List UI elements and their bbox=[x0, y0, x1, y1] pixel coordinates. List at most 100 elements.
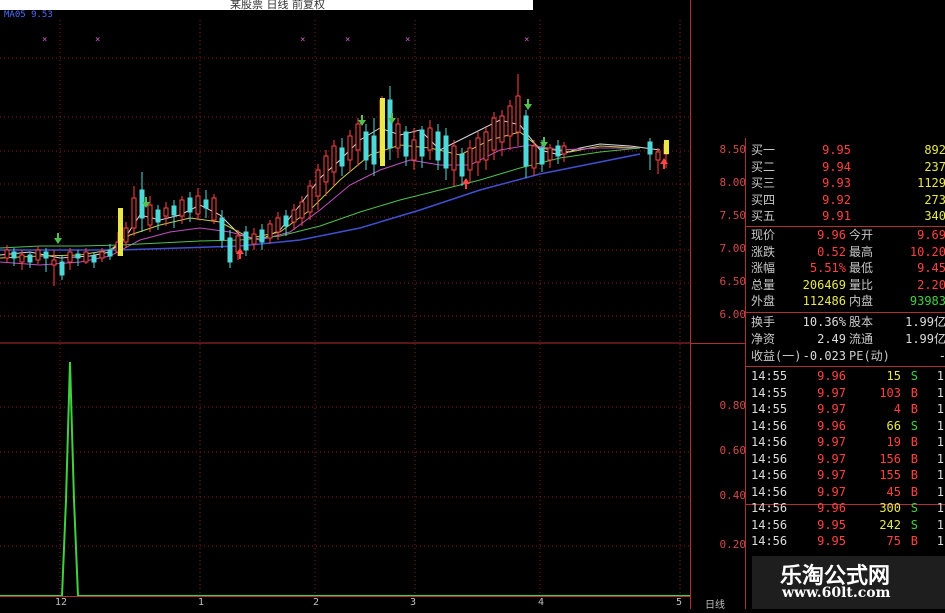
price-tick-label: 7.50 bbox=[719, 209, 747, 222]
tick-price: 9.95 bbox=[817, 534, 846, 548]
tick-side: B bbox=[910, 402, 918, 416]
svg-text:×: × bbox=[42, 35, 47, 45]
sell-arrow-icon bbox=[54, 233, 62, 244]
tick-price: 9.97 bbox=[817, 402, 846, 416]
candle-body bbox=[451, 145, 457, 171]
candlestick-chart[interactable]: × × × × × × bbox=[0, 0, 690, 609]
candle-body bbox=[147, 204, 153, 226]
candles bbox=[4, 74, 669, 286]
tick-row: 14:56 9.95 242 S 1 bbox=[746, 517, 945, 533]
fundamental-label-2: PE(动) bbox=[849, 349, 890, 363]
fundamental-label: 净资 bbox=[751, 332, 776, 346]
fundamental-row: 收益(一)-0.023PE(动)- bbox=[746, 348, 945, 364]
tick-row: 14:56 9.95 75 B 1 bbox=[746, 533, 945, 549]
date-axis: 12 1 2 3 4 5 bbox=[0, 596, 690, 610]
tick-extra: 1 bbox=[936, 385, 944, 400]
candle-body bbox=[403, 131, 409, 157]
quote-value-2: 10.20 bbox=[909, 244, 945, 259]
candle-body bbox=[555, 145, 561, 157]
kline-chart-area[interactable]: × × × × × × bbox=[0, 0, 690, 609]
signal-bar bbox=[664, 140, 669, 154]
tick-volume: 300 bbox=[879, 501, 901, 515]
quote-row: 现价 9.96 今开 9.69 bbox=[746, 227, 945, 243]
tick-extra: 1 bbox=[936, 369, 944, 383]
price-tick-label: 6.00 bbox=[719, 308, 747, 321]
tick-time: 14:56 bbox=[751, 451, 788, 466]
candle-body bbox=[107, 249, 113, 257]
candle-body bbox=[67, 251, 73, 263]
price-gridlines bbox=[0, 57, 690, 547]
tick-extra: 1 bbox=[936, 484, 944, 499]
axis-divider bbox=[691, 343, 746, 344]
date-tick: 5 bbox=[676, 597, 683, 608]
tick-price: 9.97 bbox=[817, 385, 846, 400]
candle-body bbox=[267, 223, 273, 239]
fundamental-value-2: 1.99亿 bbox=[905, 315, 945, 329]
candle-body bbox=[483, 131, 489, 161]
bid-row: 买四 9.92 273 bbox=[746, 192, 945, 208]
tick-time: 14:56 bbox=[751, 534, 788, 548]
bid-row: 买二 9.94 237 bbox=[746, 159, 945, 175]
quote-value: 112486 bbox=[802, 294, 846, 308]
quote-value: 206469 bbox=[802, 277, 846, 292]
ma-line-white bbox=[0, 119, 661, 259]
quote-label: 外盘 bbox=[751, 294, 776, 308]
candle-body bbox=[323, 155, 329, 183]
candle-body bbox=[211, 197, 217, 221]
svg-text:×: × bbox=[300, 35, 305, 45]
quote-value: 0.52 bbox=[817, 244, 846, 259]
quote-row: 外盘 112486 内盘 93983 bbox=[746, 293, 945, 309]
candle-body bbox=[419, 129, 425, 157]
date-tick: 12 bbox=[55, 597, 68, 608]
candle-body bbox=[243, 231, 249, 251]
indicator-tick-label: 0.60 bbox=[719, 444, 747, 457]
tick-volume: 4 bbox=[893, 402, 901, 416]
fundamental-value: 2.49 bbox=[817, 332, 846, 346]
tick-volume: 242 bbox=[879, 517, 901, 532]
tick-price: 9.96 bbox=[817, 501, 846, 515]
quote-row: 涨幅 5.51% 最低 9.45 bbox=[746, 260, 945, 276]
candle-body bbox=[275, 217, 281, 233]
candle-body bbox=[195, 195, 201, 215]
candle-body bbox=[51, 259, 57, 266]
tick-side: S bbox=[910, 501, 918, 515]
quote-panel: 买一 9.95 892 买二 9.94 237 买三 9.93 1129 买四 9.92 273 买五 9… bbox=[745, 138, 945, 609]
candle-body bbox=[475, 137, 481, 163]
svg-text:×: × bbox=[95, 35, 100, 45]
price-tick-label: 8.00 bbox=[719, 176, 747, 189]
tick-extra: 1 bbox=[936, 418, 944, 433]
tick-extra: 1 bbox=[936, 501, 944, 515]
candle-body bbox=[179, 199, 185, 217]
candle-body bbox=[19, 254, 25, 263]
signal-bar bbox=[118, 208, 123, 256]
bid-row: 买一 9.95 892 bbox=[746, 142, 945, 158]
top-markers: × × × × × × bbox=[42, 35, 529, 45]
tick-time: 14:56 bbox=[751, 484, 788, 499]
candle-body bbox=[83, 251, 89, 263]
date-tick: 1 bbox=[198, 597, 205, 608]
window-title: 某股票 日线 前复权 bbox=[230, 0, 325, 11]
panel-separator bbox=[746, 366, 945, 367]
candle-body bbox=[507, 105, 513, 137]
candle-body bbox=[387, 99, 393, 149]
price-tick-label: 8.50 bbox=[719, 143, 747, 156]
bid-volume: 892 bbox=[924, 143, 945, 157]
tick-time: 14:56 bbox=[751, 418, 788, 433]
candle-body bbox=[539, 147, 545, 165]
tick-time: 14:56 bbox=[751, 517, 788, 532]
tick-time: 14:55 bbox=[751, 369, 788, 383]
tick-side: B bbox=[910, 484, 918, 499]
bid-price: 9.95 bbox=[822, 143, 851, 157]
tick-row: 14:55 9.96 15 S 1 bbox=[746, 368, 945, 384]
quote-value-2: 9.45 bbox=[917, 261, 945, 275]
quote-label-2: 最低 bbox=[849, 261, 874, 275]
ma-indicator-label: MA05 9.53 bbox=[4, 10, 53, 20]
candle-body bbox=[655, 151, 661, 161]
quote-row: 涨跌 0.52 最高 10.20 bbox=[746, 244, 945, 260]
tick-side: S bbox=[910, 517, 918, 532]
tick-extra: 1 bbox=[936, 435, 944, 449]
bid-level-label: 买二 bbox=[751, 159, 776, 174]
indicator-tick-label: 0.80 bbox=[719, 399, 747, 412]
quote-label-2: 量比 bbox=[849, 277, 874, 292]
candle-body bbox=[459, 153, 465, 177]
